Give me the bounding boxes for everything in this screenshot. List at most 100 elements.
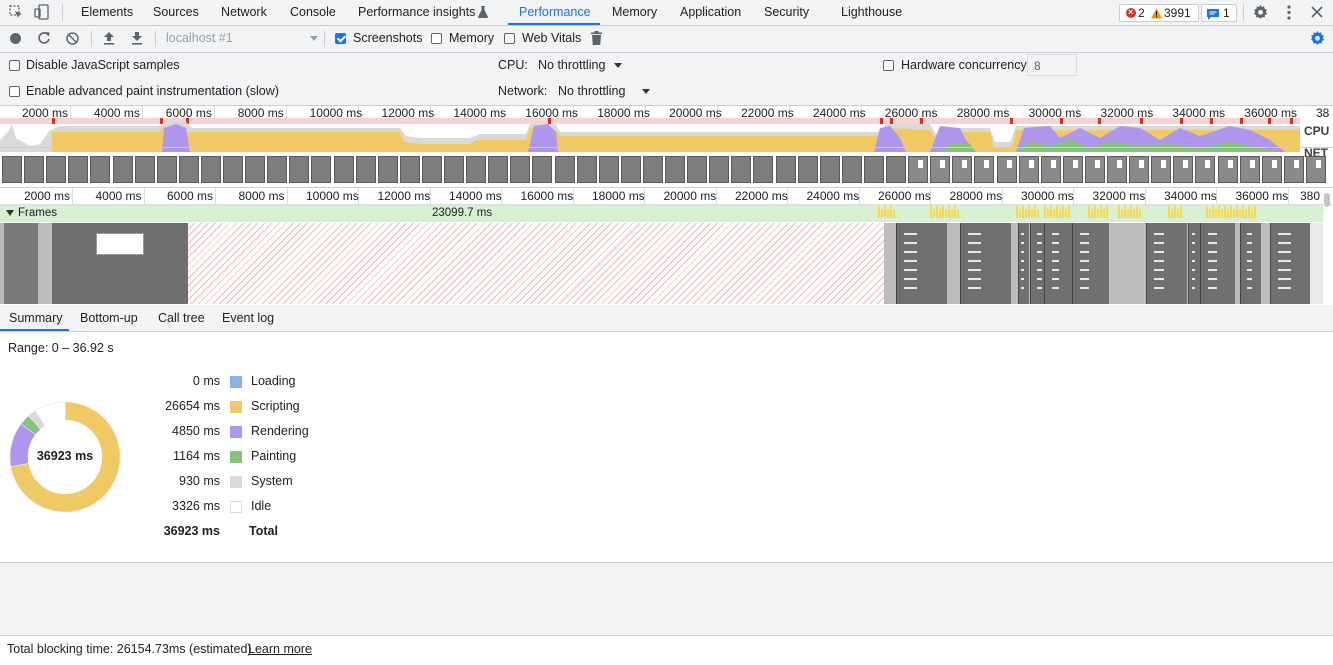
filmstrip-thumbnail [134,156,155,183]
filmstrip-thumbnail [554,156,575,183]
details-tab-call-tree[interactable]: Call tree [158,305,205,331]
record-icon[interactable] [10,33,21,44]
dialog-thumbnail [96,233,144,255]
tab-performance-insights[interactable]: Performance insights [358,0,475,25]
summary-label-scripting: Scripting [251,399,300,413]
details-tab-event-log[interactable]: Event log [222,305,274,331]
garbage-collect-trash-icon[interactable] [591,31,602,48]
tab-sources[interactable]: Sources [153,0,199,25]
frame-bar [1209,209,1211,218]
frame-bar [1245,209,1247,218]
summary-swatch-system [230,476,242,488]
summary-label-system: System [251,474,293,488]
network-throttling-label: Network: [498,84,548,98]
paint-instrumentation-checkbox[interactable] [9,86,20,97]
frame-screenshot-content [1154,233,1164,293]
frames-expand-icon[interactable] [6,210,14,216]
frame-bar [957,209,959,218]
frame-bar [1224,206,1226,218]
frame-bar [1091,209,1093,218]
hardware-concurrency-input[interactable]: 8 [1027,54,1077,76]
summary-swatch-idle [230,501,242,513]
timeline-overview[interactable]: 2000 ms 4000 ms 6000 ms 8000 ms 10000 ms 1200… [0,106,1333,186]
long-task-marker [1180,118,1183,124]
frame-bar [1034,206,1036,218]
filmstrip-thumbnail-detail [1271,160,1277,168]
frame-bar [1124,206,1126,218]
close-devtools-icon[interactable] [1311,6,1323,21]
frame-screenshot-thumbnail [1146,223,1187,304]
long-frame-duration[interactable]: 23099.7 ms [432,207,492,219]
frame-bar [1088,206,1090,218]
filmstrip-thumbnail [399,156,420,183]
frame-bar [1059,209,1061,218]
save-profile-icon[interactable] [131,32,143,48]
timeline-tick-label: 12000 ms [377,189,431,203]
frame-bar [1230,206,1232,218]
settings-gear-icon[interactable] [1253,5,1268,23]
frame-screenshot-content [1080,233,1089,293]
network-dropdown-arrow[interactable] [642,89,650,94]
long-task-marker [1240,118,1243,124]
target-dropdown-arrow[interactable] [310,36,318,41]
filmstrip-thumbnail [510,156,531,183]
error-warning-counter[interactable]: × 2 3991 [1119,4,1199,22]
inspect-element-icon[interactable] [9,5,23,22]
active-details-tab-indicator [0,329,69,331]
tab-elements[interactable]: Elements [81,0,133,25]
load-profile-icon[interactable] [103,32,115,48]
frame-bar [1022,206,1024,218]
total-label: Total [249,524,278,538]
frame-bar [881,209,883,218]
filmstrip-thumbnail [466,156,487,183]
frame-bar [1025,209,1027,218]
tab-application[interactable]: Application [680,0,741,25]
summary-label-painting: Painting [251,449,297,463]
tab-network[interactable]: Network [221,0,267,25]
cpu-throttling-select[interactable]: No throttling [538,58,605,72]
tab-lighthouse[interactable]: Lighthouse [841,0,902,25]
timeline-tick-label: 34000 ms [1164,189,1217,203]
timeline-ruler-divider [0,187,1333,188]
screenshots-checkbox[interactable] [335,33,346,44]
filmstrip-thumbnail-detail [918,160,924,168]
details-tab-summary[interactable]: Summary [9,305,62,331]
tab-security[interactable]: Security [764,0,809,25]
cpu-dropdown-arrow[interactable] [614,63,622,68]
frame-bar [1251,209,1253,218]
performance-toolbar: localhost #1 Screenshots Memory Web Vita… [0,26,1333,53]
experiment-flask-icon [478,6,488,21]
disable-js-samples-checkbox[interactable] [9,60,20,71]
web-vitals-checkbox[interactable] [504,33,515,44]
frame-bar [1239,209,1241,218]
devtools-tabbar: Elements Sources Network Console Performance… [0,0,1333,26]
clear-icon[interactable] [66,32,79,48]
filmstrip-thumbnail [819,156,840,183]
target-select[interactable]: localhost #1 [166,31,233,45]
frame-bar [1177,209,1179,218]
memory-checkbox[interactable] [431,33,442,44]
learn-more-link[interactable]: Learn more [248,642,312,656]
hardware-concurrency-checkbox[interactable] [883,60,894,71]
capture-settings-gear-icon[interactable] [1310,31,1325,49]
error-count: 2 [1138,6,1145,20]
vertical-scrollbar[interactable] [1324,193,1330,207]
frame-bar [1056,206,1058,218]
device-toolbar-icon[interactable] [34,4,50,23]
network-throttling-select[interactable]: No throttling [558,84,625,98]
flame-chart-area[interactable]: 2000 ms 4000 ms 6000 ms 8000 ms 10000 ms 1200… [0,187,1333,306]
frame-screenshot-content [1278,233,1291,293]
more-options-icon[interactable] [1287,5,1291,23]
frame-screenshot-content [1208,233,1217,293]
summary-swatch-scripting [230,401,242,413]
reload-record-icon[interactable] [37,31,51,48]
disable-js-samples-label: Disable JavaScript samples [26,58,180,72]
tab-memory[interactable]: Memory [612,0,657,25]
tab-performance[interactable]: Performance [519,0,591,25]
issues-counter[interactable]: 1 [1201,4,1237,22]
frame-bar [1236,206,1238,218]
filmstrip-thumbnail [709,156,730,183]
frame-bar [1019,209,1021,218]
tab-console[interactable]: Console [290,0,336,25]
details-tab-bottom-up[interactable]: Bottom-up [80,305,138,331]
